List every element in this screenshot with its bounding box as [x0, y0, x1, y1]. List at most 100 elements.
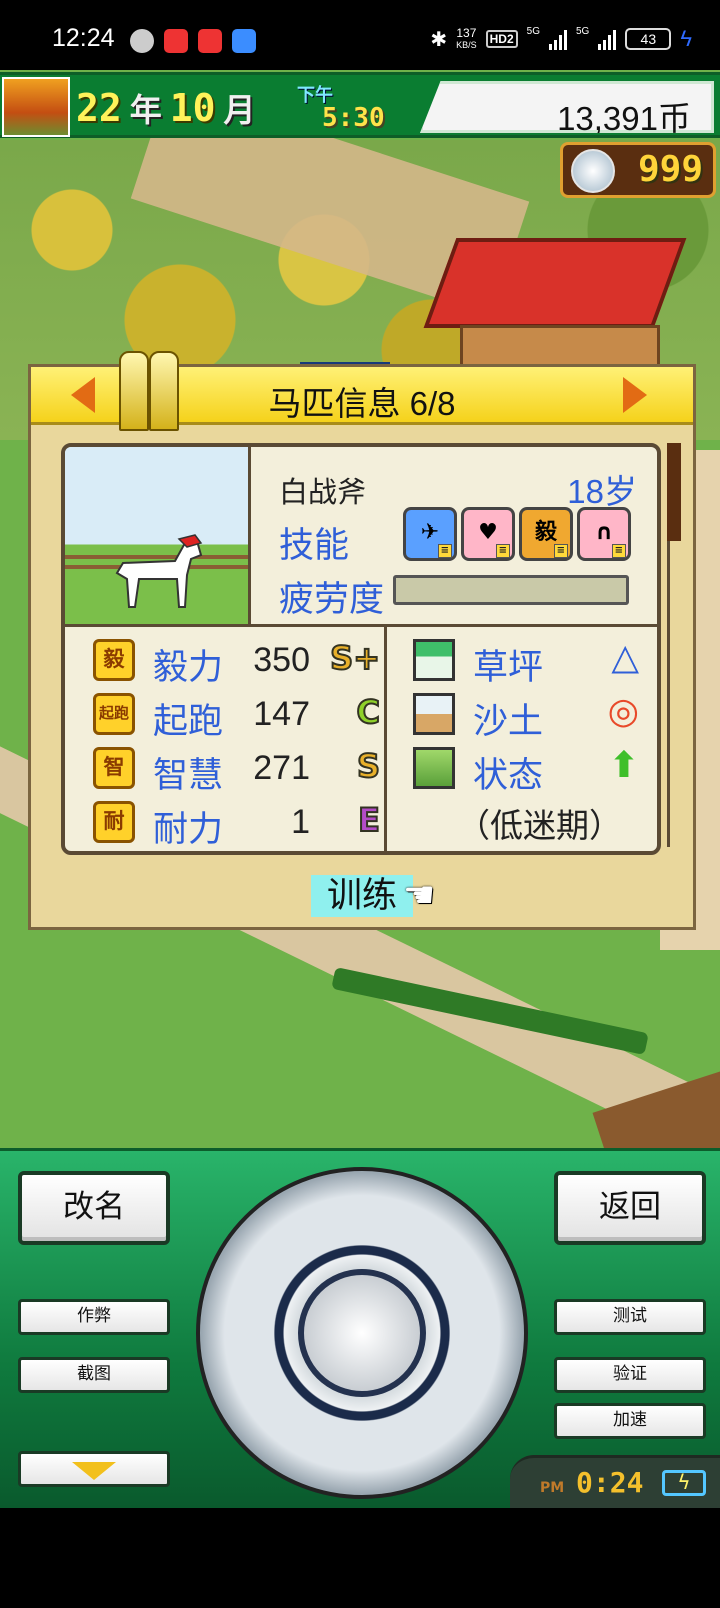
white-horse-icon: [115, 534, 203, 608]
medal-counter[interactable]: 999: [560, 142, 716, 198]
back-button[interactable]: 返回: [554, 1171, 706, 1245]
skill-level-badge: ≡: [437, 544, 452, 558]
status-right: ✱ 137 KB/S HD2 5G 5G 43 ϟ: [430, 26, 692, 52]
stat-label: 毅力: [153, 648, 224, 688]
test-button[interactable]: 测试: [554, 1299, 706, 1335]
aptitude-row: 沙土 ◎: [387, 687, 657, 742]
skill-glyph: 毅: [534, 520, 557, 545]
status-time: 12:24: [52, 24, 115, 52]
season-thumbnail[interactable]: [2, 77, 70, 137]
skill-label: 技能: [279, 526, 350, 566]
stat-value: 350: [253, 641, 310, 679]
horse-summary: 白战斧 18岁 技能 ✈ ≡ ♥ ≡ 毅 ≡ ∩ ≡ 疲劳度: [251, 447, 657, 627]
skill-level-badge: ≡: [553, 544, 568, 558]
skill-list: ✈ ≡ ♥ ≡ 毅 ≡ ∩ ≡: [403, 507, 631, 561]
horse-info-panel: 马匹信息 6/8 白战斧 18岁 技能 ✈ ≡ ♥ ≡ 毅 ≡ ∩ ≡ 疲劳度 毅毅力 350 S…: [28, 351, 696, 930]
horseshoe-skill-icon[interactable]: ∩ ≡: [577, 507, 631, 561]
stat-label: 起跑: [153, 702, 224, 742]
dpad-center-button[interactable]: [298, 1269, 426, 1397]
money-display: 13,391币: [420, 81, 714, 133]
stat-row: 起跑 起跑 147 C: [65, 687, 384, 742]
condition-text: （低迷期）: [457, 806, 622, 845]
skill-glyph: ♥: [478, 520, 498, 545]
month-unit: 月: [223, 91, 256, 129]
hd-badge: HD2: [485, 30, 518, 48]
net-speed-unit: KB/S: [456, 40, 477, 50]
stat-row: 耐耐力 1 E: [65, 795, 384, 850]
signal-2-label: 5G: [576, 26, 590, 37]
aptitude-mark: ◎: [607, 691, 639, 732]
scrollbar-thumb[interactable]: [667, 443, 681, 541]
paper-plane-app-icon: [198, 29, 222, 53]
stat-badge-icon: 毅: [93, 639, 135, 681]
aptitude-label: 草坪: [473, 648, 544, 688]
pointing-hand-icon: ☚: [403, 875, 436, 916]
net-speed-value: 137: [456, 26, 477, 40]
dpad[interactable]: [196, 1167, 528, 1499]
top-hud: 22 年 10 月 下午 5:30 13,391币: [0, 72, 720, 138]
stat-label: 智慧: [153, 756, 224, 796]
stat-value: 271: [253, 749, 310, 787]
skill-level-badge: ≡: [611, 544, 626, 558]
stat-row: 毅毅力 350 S+: [65, 633, 384, 688]
stat-value: 1: [291, 803, 310, 841]
rename-button[interactable]: 改名: [18, 1171, 170, 1245]
signal-2-icon: [598, 28, 617, 50]
skill-glyph: ✈: [420, 520, 440, 545]
horse-age: 18岁: [567, 473, 637, 510]
aptitude-row: 草坪 △: [387, 633, 657, 688]
month-value: 10: [169, 86, 216, 130]
aptitude-list: 状态 ⬆ 沙土 ◎ 草坪 △ （低迷期）: [387, 627, 657, 851]
battery-charging-icon: ϟ: [662, 1470, 706, 1496]
game-clock: 5:30: [322, 103, 385, 133]
verify-button[interactable]: 验证: [554, 1357, 706, 1393]
yili-skill-icon[interactable]: 毅 ≡: [519, 507, 573, 561]
stat-value: 147: [253, 695, 310, 733]
stat-grade: S: [356, 746, 381, 786]
horse-portrait: [65, 447, 251, 627]
stat-grade: S+: [329, 638, 381, 678]
horse-medal-icon: [571, 149, 615, 193]
skill-glyph: ∩: [595, 520, 613, 545]
fatigue-bar: [393, 575, 629, 605]
cheat-button[interactable]: 作弊: [18, 1299, 170, 1335]
aptitude-mark: △: [611, 637, 639, 678]
train-button[interactable]: 训练: [311, 875, 414, 917]
virtual-controller: 改名 返回 作弊 截图 测试 验证 加速 PM 0:24 ϟ: [0, 1148, 720, 1511]
screenshot-button[interactable]: 截图: [18, 1357, 170, 1393]
toutiao-icon: [164, 29, 188, 53]
game-date: 22 年 10 月: [76, 85, 264, 131]
stat-grade: E: [357, 800, 381, 840]
notification-icons: [130, 29, 256, 53]
system-nav-bar: [0, 1508, 720, 1608]
signal-1-icon: [549, 28, 567, 50]
wechat-icon: [130, 29, 154, 53]
year-unit: 年: [129, 91, 162, 129]
fatigue-label: 疲劳度: [279, 580, 385, 620]
aptitude-label: 沙土: [473, 702, 544, 742]
horse-card: 白战斧 18岁 技能 ✈ ≡ ♥ ≡ 毅 ≡ ∩ ≡ 疲劳度 毅毅力 350 S+ 起跑 起跑 147 C…: [61, 443, 661, 855]
speedup-button[interactable]: 加速: [554, 1403, 706, 1439]
dirt-icon: [413, 693, 455, 735]
condition-horse-icon: [413, 747, 455, 789]
medal-value: 999: [637, 149, 703, 190]
blue-app-icon: [232, 29, 256, 53]
bluetooth-icon: ✱: [430, 28, 448, 51]
expand-button[interactable]: [18, 1451, 170, 1487]
trophy-icon: [115, 345, 185, 437]
rocket-skill-icon[interactable]: ✈ ≡: [403, 507, 457, 561]
stat-row: 智智慧 271 S: [65, 741, 384, 796]
stat-grade: C: [355, 692, 381, 732]
money-value: 13,391币: [557, 100, 691, 137]
stat-list: 毅毅力 350 S+ 起跑 起跑 147 C 智智慧 271 S 耐耐力 1 E: [65, 627, 387, 851]
heart-skill-icon[interactable]: ♥ ≡: [461, 507, 515, 561]
next-horse-arrow-icon[interactable]: [623, 377, 647, 413]
turf-icon: [413, 639, 455, 681]
battery-icon: 43: [625, 28, 672, 50]
net-speed: 137 KB/S: [456, 27, 477, 51]
aptitude-mark: ⬆: [608, 745, 639, 786]
panel-scrollbar[interactable]: [667, 443, 681, 847]
pm-label: PM: [540, 1480, 565, 1496]
signal-1-label: 5G: [526, 26, 540, 37]
stable-roof: [423, 238, 687, 328]
